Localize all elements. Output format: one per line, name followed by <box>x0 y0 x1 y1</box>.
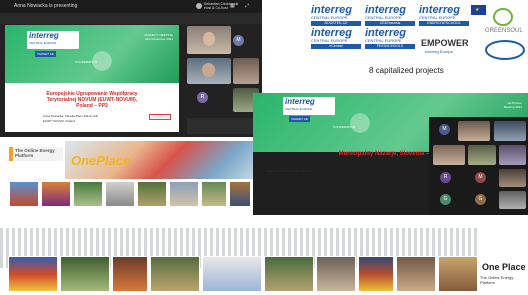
interreg-logo: interreg CENTRAL EUROPE <box>27 31 79 49</box>
interreg-logo-2: interreg CENTRAL EUROPE CE4Erasmus <box>365 4 415 26</box>
participant-video-a[interactable] <box>458 121 490 141</box>
fullscreen-icon[interactable]: ⤢ <box>245 3 249 9</box>
aerial-thumb-2 <box>137 181 167 207</box>
strip-aerial-2 <box>150 256 200 292</box>
participant-avatar-4[interactable]: G <box>440 194 451 205</box>
presenter-line-2: EUWT NOVUM, Poland <box>43 119 75 123</box>
zoom-window-middle-right: Nana Knežev is presenting Sebastian Ciec… <box>253 93 528 215</box>
participant-video-3[interactable] <box>233 58 259 84</box>
person-face <box>203 32 215 46</box>
aerial-thumb-1 <box>73 181 103 207</box>
participant-avatar-3[interactable]: M <box>475 172 486 183</box>
participant-video-2[interactable] <box>187 58 231 84</box>
strip-photo-1 <box>112 256 148 292</box>
project-tag: TARGET CE <box>35 51 56 57</box>
slide-title-line-3: Poland – PP2 <box>76 103 108 109</box>
presenting-label: Anna Nowacka is presenting <box>14 3 78 9</box>
building-thumb <box>169 181 199 207</box>
participant-video-g[interactable] <box>499 191 526 209</box>
participant-video-f[interactable] <box>499 169 526 187</box>
participant-video-1[interactable] <box>187 26 231 54</box>
participant-avatar-1[interactable]: M <box>439 124 450 135</box>
chart-thumb <box>105 181 135 207</box>
interreg-logo-1: interreg CENTRAL EUROPE BOOSTEE-CE <box>311 4 361 26</box>
thermal-thumb-2 <box>41 181 71 207</box>
meeting-info: PROJECT MEETING 24th November 2021 <box>144 33 173 41</box>
oneplace-banner: The Online Energy Platform OnePlace <box>5 141 253 210</box>
empower-logo: EMPOWER <box>421 38 469 48</box>
greensoul-logo: GREENSOUL <box>485 28 523 34</box>
bottom-strip: One Place The Online Energy Platform <box>0 218 528 295</box>
greensoul-leaf-icon <box>493 8 513 26</box>
strip-thermal-2 <box>358 256 394 292</box>
avatar-r[interactable]: R <box>197 92 208 103</box>
video-controls <box>187 118 259 134</box>
participant-avatar-5[interactable]: G <box>475 194 486 205</box>
avatar-m[interactable]: M <box>233 35 244 46</box>
participant-video-d[interactable] <box>468 145 496 165</box>
strip-aerial-1 <box>60 256 110 292</box>
interreg-logo-5: interreg CENTRAL EUROPE FEEDSCHOOLS <box>365 27 415 49</box>
capitalized-projects-panel: interreg CENTRAL EUROPE BOOSTEE-CE inter… <box>309 0 528 80</box>
shared-slide: interreg CENTRAL EUROPE TARGET CE PROJEC… <box>5 25 179 132</box>
eu-flag-icon: ★ <box>471 5 486 15</box>
projects-caption: 8 capitalized projects <box>369 66 444 75</box>
partner-logo <box>149 114 171 120</box>
strip-photo-3 <box>396 256 436 292</box>
participant-avatar-2[interactable]: R <box>440 172 451 183</box>
platform-badge: The Online Energy Platform <box>9 147 63 161</box>
map-graphic-2 <box>335 103 385 143</box>
strip-chart <box>202 256 262 292</box>
oneplace-strip-logo: One Place <box>482 262 526 272</box>
participant-video-c[interactable] <box>433 145 465 165</box>
participant-video-e[interactable] <box>499 145 526 165</box>
interreg-logo-slide-2: interreg CENTRAL EUROPE <box>283 97 335 115</box>
oneplace-strip-sub: The Online Energy Platform <box>480 275 514 285</box>
aerial-thumb-3 <box>201 181 227 207</box>
strip-aerial-3 <box>264 256 314 292</box>
presenter-2: Nana Knežev, KSSENA, Slovenia <box>267 169 312 173</box>
thermal-thumb-1 <box>9 181 39 207</box>
strip-photo-2 <box>316 256 356 292</box>
interreg-logo-4: interreg CENTRAL EUROPE eCentral <box>311 27 361 49</box>
strip-thermal-1 <box>8 256 58 292</box>
oneplace-logo: OnePlace <box>71 153 131 168</box>
host-avatar[interactable] <box>196 3 202 9</box>
presenter-line-1: Anna Nowacka, Klaudia Bram-Palczynski <box>43 114 99 118</box>
shared-slide-2: interreg CENTRAL EUROPE TARGET CE 1st Pa… <box>253 93 528 189</box>
strip-photo-4 <box>438 256 478 292</box>
participant-video-b[interactable] <box>494 121 526 141</box>
zoom-window-top-left: Anna Nowacka is presenting Sebastian Cie… <box>0 0 262 137</box>
zoom-menu-bar <box>0 13 262 24</box>
cooperation-label: COOPERATION <box>75 60 97 64</box>
round-seal-icon <box>485 40 525 60</box>
empower-sub: Interreg Europe <box>425 49 453 54</box>
thermal-thumb-3 <box>229 181 251 207</box>
interreg-logo-3: interreg CENTRAL EUROPE ENERGYATSCHOOL <box>419 4 469 26</box>
grid-icon[interactable]: ▦ <box>230 3 235 9</box>
